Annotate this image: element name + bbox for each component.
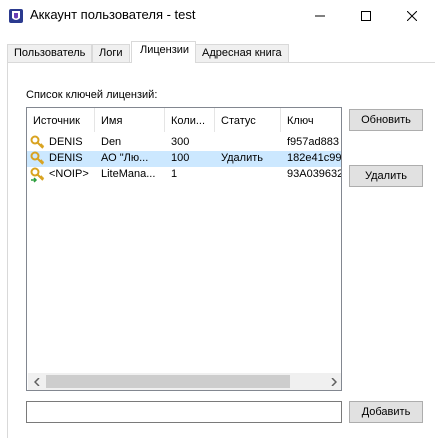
cell-name: LiteMana... (101, 168, 156, 180)
cell-status: Удалить (221, 152, 263, 164)
scroll-right-icon[interactable] (325, 373, 341, 390)
license-list[interactable]: Источник Имя Коли... Статус Ключ DENIS D… (26, 107, 342, 391)
column-header-count[interactable]: Коли... (165, 108, 215, 132)
cell-count: 1 (171, 168, 178, 180)
close-button[interactable] (389, 0, 435, 32)
cell-count: 300 (171, 136, 190, 148)
window-title: Аккаунт пользователя - test (30, 7, 196, 22)
horizontal-scrollbar[interactable] (28, 373, 341, 390)
list-item-selected[interactable]: DENIS АО "Лю... 100 Удалить 182e41c99 (27, 151, 341, 167)
key-icon (30, 135, 46, 151)
cell-count: 100 (171, 152, 190, 164)
tab-user[interactable]: Пользователь (7, 44, 93, 62)
tab-address-book[interactable]: Адресная книга (195, 44, 289, 62)
cell-key: 93A039632 (287, 168, 341, 180)
column-header-name[interactable]: Имя (95, 108, 165, 132)
scroll-left-icon[interactable] (28, 373, 45, 390)
close-icon (407, 11, 417, 21)
list-item[interactable]: DENIS Den 300 f957ad883 (27, 135, 341, 151)
list-item[interactable]: <NOIP> LiteMana... 1 93A039632 (27, 167, 341, 183)
license-list-label: Список ключей лицензий: (26, 89, 158, 101)
cell-status (221, 167, 281, 183)
cell-name: АО "Лю... (101, 152, 149, 164)
key-icon (30, 151, 46, 167)
cell-source: DENIS (49, 136, 83, 148)
minimize-button[interactable] (297, 0, 343, 32)
minimize-icon (315, 15, 325, 17)
maximize-button[interactable] (343, 0, 389, 32)
column-header-status[interactable]: Статус (215, 108, 281, 132)
cell-name: Den (101, 136, 122, 148)
title-bar[interactable]: Аккаунт пользователя - test (0, 0, 435, 32)
cell-key: f957ad883 (287, 136, 339, 148)
delete-button[interactable]: Удалить (349, 165, 423, 187)
add-button[interactable]: Добавить (349, 401, 423, 423)
maximize-icon (361, 11, 371, 21)
cell-source: DENIS (49, 152, 83, 164)
column-header-key[interactable]: Ключ (281, 108, 341, 132)
cell-source: <NOIP> (49, 168, 89, 180)
tab-licenses[interactable]: Лицензии (131, 41, 197, 63)
cell-key: 182e41c99 (287, 152, 341, 164)
column-header-source[interactable]: Источник (27, 108, 95, 132)
refresh-button[interactable]: Обновить (349, 109, 423, 131)
app-shield-icon (8, 8, 24, 24)
key-with-arrow-icon (30, 167, 46, 183)
tab-logs[interactable]: Логи (92, 44, 130, 62)
cell-status (221, 135, 281, 151)
scrollbar-thumb[interactable] (46, 375, 290, 388)
license-key-input[interactable] (26, 401, 342, 423)
